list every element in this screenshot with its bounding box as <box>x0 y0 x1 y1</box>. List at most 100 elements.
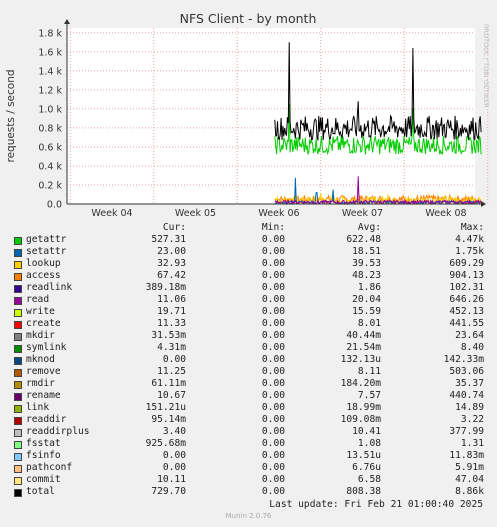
legend-max: 8.86k <box>455 486 484 497</box>
legend-min: 0.00 <box>261 342 285 353</box>
x-tick-label: Week 06 <box>258 208 299 219</box>
legend-max: 377.99 <box>449 426 484 437</box>
legend-cur: 151.21u <box>145 402 186 413</box>
legend-avg: 40.44m <box>346 330 381 341</box>
legend-row-create: create 11.33 0.00 8.01 441.55 <box>0 318 497 330</box>
legend-swatch <box>14 441 22 449</box>
legend-row-access: access 67.42 0.00 48.23 904.13 <box>0 270 497 282</box>
legend-swatch <box>14 261 22 269</box>
legend-swatch <box>14 405 22 413</box>
legend-max: 1.31 <box>460 438 484 449</box>
legend-min: 0.00 <box>261 462 285 473</box>
legend-max: 35.37 <box>455 378 484 389</box>
munin-version: Munin 2.0.76 <box>225 512 272 520</box>
legend-header-min: Min: <box>261 222 285 233</box>
legend-swatch <box>14 237 22 245</box>
legend-max: 440.74 <box>449 390 484 401</box>
legend-cur: 23.00 <box>157 246 186 257</box>
legend-series-name: access <box>26 270 61 281</box>
legend-min: 0.00 <box>261 474 285 485</box>
legend-swatch <box>14 345 22 353</box>
legend-row-lookup: lookup 32.93 0.00 39.53 609.29 <box>0 258 497 270</box>
legend-series-name: setattr <box>26 246 67 257</box>
legend-avg: 21.54m <box>346 342 381 353</box>
legend-avg: 8.11 <box>357 366 381 377</box>
legend-row-remove: remove 11.25 0.00 8.11 503.06 <box>0 366 497 378</box>
legend-min: 0.00 <box>261 426 285 437</box>
legend-min: 0.00 <box>261 330 285 341</box>
legend-cur: 61.11m <box>151 378 186 389</box>
x-tick-label: Week 08 <box>425 208 466 219</box>
legend-max: 609.29 <box>449 258 484 269</box>
legend-cur: 527.31 <box>151 234 186 245</box>
y-axis-label: requests / second <box>5 69 17 162</box>
legend-min: 0.00 <box>261 378 285 389</box>
legend-series-name: link <box>26 402 50 413</box>
legend-row-write: write 19.71 0.00 15.59 452.13 <box>0 306 497 318</box>
legend-series-name: read <box>26 294 50 305</box>
legend-avg: 1.86 <box>357 282 381 293</box>
legend-cur: 729.70 <box>151 486 186 497</box>
legend-series-name: fsstat <box>26 438 61 449</box>
legend-avg: 39.53 <box>352 258 381 269</box>
legend-row-total: total 729.70 0.00 808.38 8.86k <box>0 486 497 498</box>
legend-header-cur: Cur: <box>162 222 186 233</box>
legend-max: 4.47k <box>455 234 484 245</box>
legend-cur: 19.71 <box>157 306 186 317</box>
x-tick-label: Week 05 <box>175 208 216 219</box>
legend-avg: 184.20m <box>340 378 381 389</box>
legend-cur: 3.40 <box>162 426 186 437</box>
legend-max: 11.83m <box>449 450 484 461</box>
legend-swatch <box>14 333 22 341</box>
legend-max: 646.26 <box>449 294 484 305</box>
legend-swatch <box>14 285 22 293</box>
legend-series-name: mkdir <box>26 330 55 341</box>
legend-max: 47.04 <box>455 474 484 485</box>
legend-row-link: link 151.21u 0.00 18.99m 14.89 <box>0 402 497 414</box>
legend-min: 0.00 <box>261 306 285 317</box>
legend-series-name: rmdir <box>26 378 55 389</box>
legend-avg: 20.04 <box>352 294 381 305</box>
legend-min: 0.00 <box>261 450 285 461</box>
legend-avg: 132.13u <box>340 354 381 365</box>
legend-cur: 10.11 <box>157 474 186 485</box>
legend-swatch <box>14 381 22 389</box>
legend-cur: 0.00 <box>162 462 186 473</box>
legend-row-commit: commit 10.11 0.00 6.58 47.04 <box>0 474 497 486</box>
chart-title: NFS Client - by month <box>180 11 317 26</box>
legend-series-name: write <box>26 306 55 317</box>
legend-swatch <box>14 369 22 377</box>
legend-row-mknod: mknod 0.00 0.00 132.13u 142.33m <box>0 354 497 366</box>
legend-series-name: mknod <box>26 354 55 365</box>
legend-swatch <box>14 453 22 461</box>
y-tick-label: 0.0 <box>47 200 62 211</box>
legend-cur: 11.06 <box>157 294 186 305</box>
legend-max: 3.22 <box>460 414 484 425</box>
legend-min: 0.00 <box>261 390 285 401</box>
rrdtool-credit: RRDTOOL / TOBI OETIKER <box>482 24 490 108</box>
legend-min: 0.00 <box>261 318 285 329</box>
y-tick-label: 0.8 k <box>38 123 62 134</box>
legend-max: 23.64 <box>455 330 484 341</box>
legend-series-name: fsinfo <box>26 450 61 461</box>
legend-avg: 622.48 <box>346 234 381 245</box>
legend-avg: 18.99m <box>346 402 381 413</box>
legend-swatch <box>14 309 22 317</box>
legend-avg: 8.01 <box>357 318 381 329</box>
legend-swatch <box>14 357 22 365</box>
legend-max: 142.33m <box>443 354 484 365</box>
legend-row-symlink: symlink 4.31m 0.00 21.54m 8.40 <box>0 342 497 354</box>
legend-series-name: remove <box>26 366 61 377</box>
legend-avg: 15.59 <box>352 306 381 317</box>
legend-min: 0.00 <box>261 354 285 365</box>
legend-swatch <box>14 321 22 329</box>
legend-swatch <box>14 477 22 485</box>
legend-series-name: rename <box>26 390 61 401</box>
legend-swatch <box>14 273 22 281</box>
legend-avg: 1.08 <box>357 438 381 449</box>
legend-min: 0.00 <box>261 366 285 377</box>
legend-series-name: readdir <box>26 414 67 425</box>
legend-row-readdir: readdir 95.14m 0.00 109.08m 3.22 <box>0 414 497 426</box>
y-tick-label: 1.0 k <box>38 104 62 115</box>
y-tick-label: 1.4 k <box>38 66 62 77</box>
